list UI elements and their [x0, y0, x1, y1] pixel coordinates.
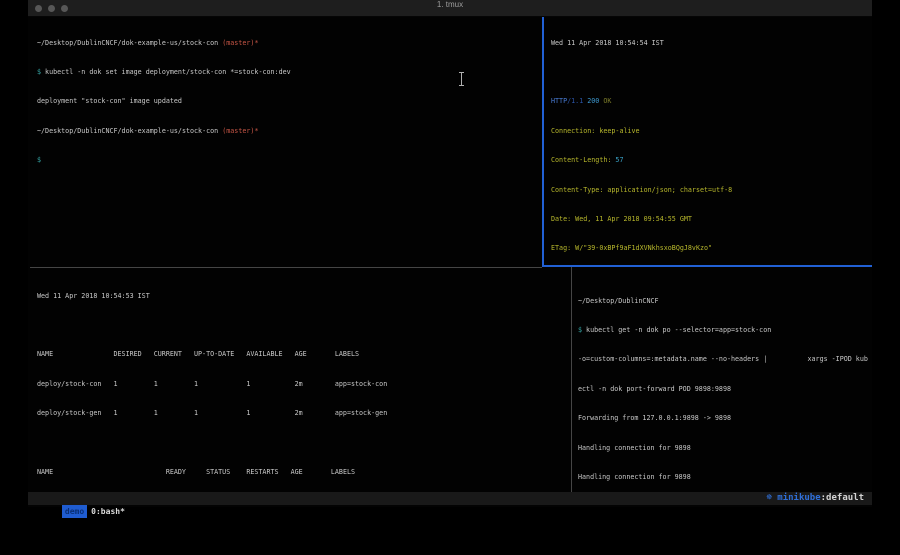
- prompt-path: ~/Desktop/DublinCNCF/dok-example-us/stoc…: [37, 127, 218, 135]
- col-header: READY: [166, 468, 206, 478]
- prompt-line: ~/Desktop/DublinCNCF/dok-example-us/stoc…: [37, 127, 542, 137]
- header-name: Date:: [551, 215, 571, 223]
- col-header: RESTARTS: [246, 468, 290, 478]
- cell: 1: [154, 409, 194, 419]
- pane-bottom-right-port-forward[interactable]: ~/Desktop/DublinCNCF $ kubectl get -n do…: [572, 268, 872, 492]
- git-dirty-flag: *: [254, 39, 258, 47]
- timestamp: Wed 11 Apr 2018 10:54:54 IST: [551, 39, 872, 49]
- desktop: 1. tmux ~/Desktop/DublinCNCF/dok-example…: [0, 0, 900, 555]
- deployment-row: deploy/stock-con11112mapp=stock-con: [37, 380, 571, 390]
- header-value: keep-alive: [595, 127, 639, 135]
- http-status-line: HTTP/1.1 200 OK: [551, 97, 872, 107]
- git-branch: (master): [218, 127, 254, 135]
- cell: app=stock-gen: [335, 409, 387, 419]
- session-name-badge: demo: [62, 505, 87, 518]
- cell: app=stock-con: [335, 380, 387, 390]
- pane-bottom-left-kubectl-get[interactable]: Wed 11 Apr 2018 10:54:53 IST NAMEDESIRED…: [28, 268, 571, 492]
- pane-border-vertical-inactive: [571, 267, 572, 492]
- kube-context-name: minikube: [777, 493, 820, 503]
- http-header: Date: Wed, 11 Apr 2018 09:54:55 GMT: [551, 215, 872, 225]
- header-name: Connection:: [551, 127, 595, 135]
- http-version: /1.1: [567, 97, 587, 105]
- traffic-lights: [35, 5, 68, 12]
- cell: 1: [113, 409, 153, 419]
- log-line: Handling connection for 9898: [578, 444, 872, 454]
- kube-namespace: :default: [821, 493, 864, 503]
- cell: 1: [194, 380, 246, 390]
- col-header: STATUS: [206, 468, 246, 478]
- cell: 1: [246, 409, 294, 419]
- window-titlebar: 1. tmux: [28, 0, 872, 17]
- command-line: $ kubectl -n dok set image deployment/st…: [37, 68, 542, 78]
- forwarding-line: Forwarding from 127.0.0.1:9898 -> 9898: [578, 414, 872, 424]
- empty-prompt: $: [37, 156, 542, 166]
- cell: 1: [246, 380, 294, 390]
- deployment-row: deploy/stock-gen11112mapp=stock-gen: [37, 409, 571, 419]
- close-button[interactable]: [35, 5, 42, 12]
- window-title: 1. tmux: [28, 0, 872, 9]
- pane-border-horizontal-active: [542, 265, 872, 267]
- header-value: W/"39-0xBPf9aF1dXVNkhsxoBQgJ8vKzo": [571, 244, 712, 252]
- pane-border-vertical-active: [542, 17, 544, 267]
- command-text: kubectl -n dok set image deployment/stoc…: [41, 68, 291, 76]
- pane-top-right-http-response[interactable]: Wed 11 Apr 2018 10:54:54 IST HTTP/1.1 20…: [544, 17, 872, 265]
- http-proto: HTTP: [551, 97, 567, 105]
- cell: 1: [194, 409, 246, 419]
- http-reason: OK: [603, 97, 611, 105]
- cell: 1: [154, 380, 194, 390]
- cell: deploy/stock-con: [37, 380, 113, 390]
- col-header: NAME: [37, 350, 113, 360]
- header-name: Content-Type:: [551, 186, 603, 194]
- git-branch: (master): [218, 39, 254, 47]
- cell: 2m: [295, 380, 335, 390]
- col-header: LABELS: [331, 468, 355, 478]
- header-value: application/json; charset=utf-8: [603, 186, 732, 194]
- zoom-button[interactable]: [61, 5, 68, 12]
- command-text: kubectl get -n dok po --selector=app=sto…: [582, 326, 771, 334]
- minimize-button[interactable]: [48, 5, 55, 12]
- col-header: UP-TO-DATE: [194, 350, 246, 360]
- command-output: deployment "stock-con" image updated: [37, 97, 542, 107]
- col-header: AGE: [291, 468, 331, 478]
- col-header: NAME: [37, 468, 166, 478]
- pane-border-horizontal-inactive: [30, 267, 542, 268]
- col-header: AGE: [295, 350, 335, 360]
- prompt-path: ~/Desktop/DublinCNCF/dok-example-us/stoc…: [37, 39, 218, 47]
- mouse-ibeam-cursor: [458, 72, 465, 86]
- cwd-line: ~/Desktop/DublinCNCF: [578, 297, 872, 307]
- command-wrap-line: ectl -n dok port-forward POD 9898:9898: [578, 385, 872, 395]
- col-header: DESIRED: [113, 350, 153, 360]
- http-header: Content-Type: application/json; charset=…: [551, 186, 872, 196]
- terminal-window: 1. tmux ~/Desktop/DublinCNCF/dok-example…: [28, 0, 872, 507]
- cell: 1: [113, 380, 153, 390]
- window-tab-bash[interactable]: 0:bash*: [87, 507, 125, 516]
- pods-header-row: NAMEREADYSTATUSRESTARTSAGELABELS: [37, 468, 571, 478]
- prompt-line: ~/Desktop/DublinCNCF/dok-example-us/stoc…: [37, 39, 542, 49]
- header-name: ETag:: [551, 244, 571, 252]
- log-line: Handling connection for 9898: [578, 473, 872, 483]
- header-value: Wed, 11 Apr 2018 09:54:55 GMT: [571, 215, 692, 223]
- command-wrap-line: -o=custom-columns=:metadata.name --no-he…: [578, 355, 872, 365]
- http-header: Connection: keep-alive: [551, 127, 872, 137]
- cell: deploy/stock-gen: [37, 409, 113, 419]
- timestamp: Wed 11 Apr 2018 10:54:53 IST: [37, 292, 571, 302]
- pane-top-left-shell[interactable]: ~/Desktop/DublinCNCF/dok-example-us/stoc…: [28, 17, 542, 265]
- tmux-terminal: ~/Desktop/DublinCNCF/dok-example-us/stoc…: [28, 17, 872, 492]
- prompt-dollar: $: [37, 156, 41, 164]
- header-name: Content-Length:: [551, 156, 611, 164]
- deployments-header-row: NAMEDESIREDCURRENTUP-TO-DATEAVAILABLEAGE…: [37, 350, 571, 360]
- http-header: ETag: W/"39-0xBPf9aF1dXVNkhsxoBQgJ8vKzo": [551, 244, 872, 254]
- col-header: AVAILABLE: [246, 350, 294, 360]
- http-status-code: 200: [587, 97, 603, 105]
- col-header: LABELS: [335, 350, 359, 360]
- git-dirty-flag: *: [254, 127, 258, 135]
- status-right-kube-context: ☸ minikube:default: [766, 492, 864, 505]
- header-value: 57: [611, 156, 623, 164]
- tmux-status-bar: demo0:bash* ☸ minikube:default: [28, 492, 872, 505]
- col-header: CURRENT: [154, 350, 194, 360]
- http-header: Content-Length: 57: [551, 156, 872, 166]
- cell: 2m: [295, 409, 335, 419]
- command-line: $ kubectl get -n dok po --selector=app=s…: [578, 326, 872, 336]
